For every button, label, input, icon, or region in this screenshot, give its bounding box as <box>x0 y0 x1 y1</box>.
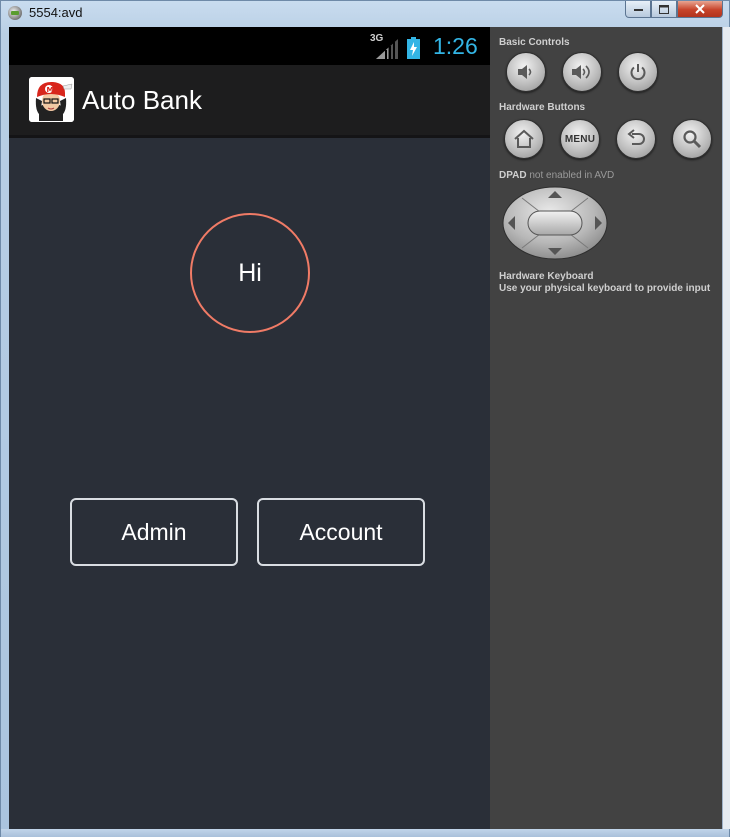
maximize-button[interactable] <box>651 1 677 18</box>
hardware-buttons-label: Hardware Buttons <box>499 102 586 113</box>
search-button[interactable] <box>672 119 712 159</box>
basic-controls-label: Basic Controls <box>499 37 570 48</box>
power-icon <box>630 64 646 81</box>
back-button[interactable] <box>616 119 656 159</box>
greeting-text: Hi <box>238 258 262 287</box>
signal-icon <box>376 39 398 59</box>
search-icon <box>683 130 702 149</box>
home-icon <box>514 129 534 148</box>
dpad-label: DPAD not enabled in AVD <box>499 170 615 181</box>
svg-text:M: M <box>47 86 54 94</box>
window-bottom-frame <box>1 829 729 837</box>
window-title: 5554:avd <box>29 5 83 20</box>
battery-icon <box>407 37 420 59</box>
window-controls <box>625 1 723 20</box>
keyboard-hint: Use your physical keyboard to provide in… <box>499 283 711 294</box>
minimize-button[interactable] <box>625 1 651 18</box>
account-button[interactable]: Account <box>257 498 425 566</box>
title-bar: 5554:avd <box>1 1 729 26</box>
volume-down-icon <box>518 65 532 79</box>
volume-up-button[interactable] <box>562 52 602 92</box>
avatar-logo-icon[interactable]: M <box>29 77 74 122</box>
dpad-note: not enabled in AVD <box>529 170 615 181</box>
window-scrollbar[interactable] <box>722 27 730 829</box>
action-bar: M Auto Bank <box>9 65 490 138</box>
volume-down-button[interactable] <box>506 52 546 92</box>
menu-button-label: MENU <box>564 133 596 145</box>
keyboard-info: Hardware Keyboard Use your physical keyb… <box>499 271 710 295</box>
device-screen: 3G 1:26 M Auto Bank Hi Admin Account <box>9 27 490 829</box>
menu-button[interactable]: MENU <box>560 119 600 159</box>
emulator-window: 5554:avd 3G 1:26 M Auto Bank Hi Admin Ac… <box>0 0 730 837</box>
close-button[interactable] <box>677 1 723 18</box>
controls-panel: Basic Controls Hardware Buttons MENU DPA… <box>490 27 722 829</box>
back-icon <box>627 129 645 145</box>
home-button[interactable] <box>504 119 544 159</box>
status-bar: 3G 1:26 <box>9 27 490 65</box>
android-icon <box>8 6 22 20</box>
dpad-control[interactable] <box>502 186 608 260</box>
power-button[interactable] <box>618 52 658 92</box>
status-clock: 1:26 <box>433 33 478 59</box>
greeting-circle: Hi <box>190 213 310 333</box>
volume-up-icon <box>572 65 590 79</box>
keyboard-title: Hardware Keyboard <box>499 271 594 282</box>
admin-button[interactable]: Admin <box>70 498 238 566</box>
app-title: Auto Bank <box>82 85 202 115</box>
